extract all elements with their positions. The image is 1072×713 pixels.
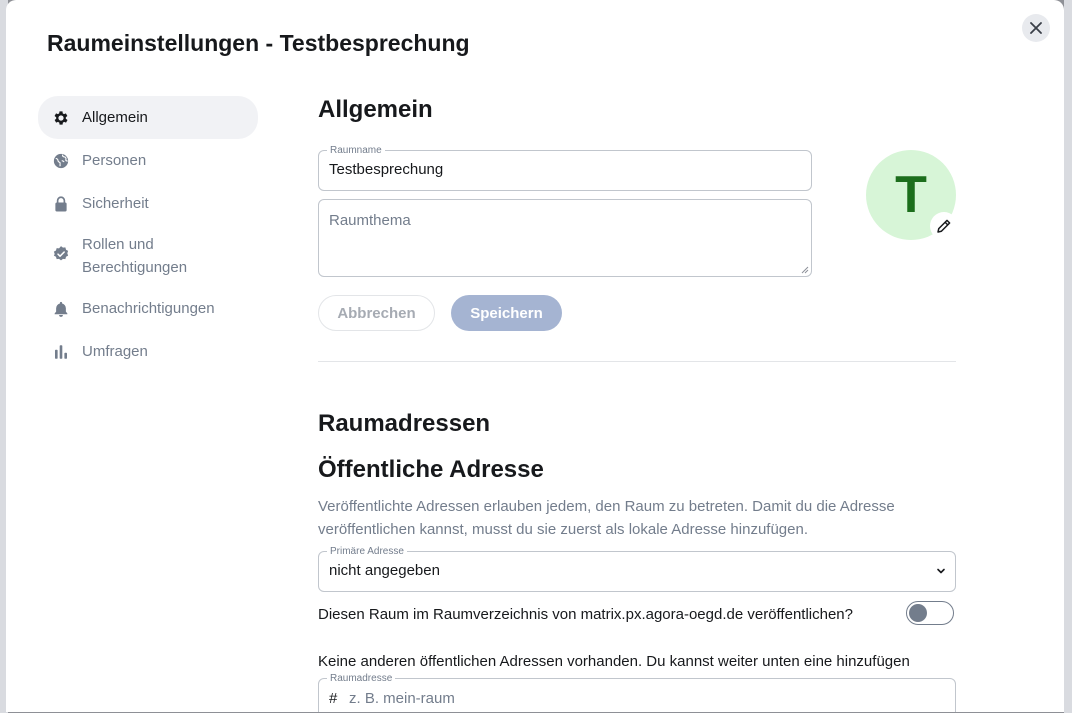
pencil-icon xyxy=(937,219,951,233)
primary-address-select[interactable]: Primäre Adresse nicht angegeben xyxy=(318,546,956,592)
sidebar-item-rollen-und-berechtigungen[interactable]: Rollen und Berechtigungen xyxy=(38,225,258,287)
section-divider xyxy=(318,361,956,362)
no-public-addresses-text: Keine anderen öffentlichen Adressen vorh… xyxy=(318,653,910,670)
primary-address-label: Primäre Adresse xyxy=(327,546,407,557)
public-address-heading: Öffentliche Adresse xyxy=(318,456,544,483)
avatar-edit-button[interactable] xyxy=(930,212,958,240)
general-heading: Allgemein xyxy=(318,96,433,123)
lock-icon xyxy=(55,196,67,211)
publish-directory-label: Diesen Raum im Raumverzeichnis von matri… xyxy=(318,606,853,623)
public-address-description: Veröffentlichte Adressen erlauben jedem,… xyxy=(318,498,895,538)
room-address-placeholder: z. B. mein-raum xyxy=(349,690,455,707)
sidebar-item-benachrichtigungen[interactable]: Benachrichtigungen xyxy=(38,287,258,330)
sidebar-item-label: Personen xyxy=(82,152,147,169)
room-address-field[interactable]: Raumadresse # z. B. mein-raum xyxy=(318,673,956,712)
close-icon xyxy=(1030,22,1042,34)
sidebar-item-sicherheit[interactable]: Sicherheit xyxy=(38,182,258,225)
badge-check-icon xyxy=(53,246,69,261)
globe-icon xyxy=(53,153,69,168)
publish-directory-toggle[interactable] xyxy=(906,601,954,625)
backdrop-right xyxy=(1064,0,1072,713)
sidebar-item-label-line2: Berechtigungen xyxy=(82,259,188,276)
sidebar-item-label: Allgemein xyxy=(82,109,148,126)
dialog-title: Raumeinstellungen - Testbesprechung xyxy=(47,30,470,56)
sidebar-item-label: Sicherheit xyxy=(82,195,149,212)
room-topic-placeholder: Raumthema xyxy=(329,212,411,229)
sidebar-item-label: Umfragen xyxy=(82,343,148,360)
poll-chart-icon xyxy=(55,344,67,359)
toggle-knob xyxy=(909,604,927,622)
hash-prefix: # xyxy=(329,690,338,707)
room-address-label: Raumadresse xyxy=(327,673,396,684)
bell-icon xyxy=(54,301,68,317)
cancel-button[interactable]: Abbrechen xyxy=(318,295,435,331)
room-name-field[interactable]: Raumname Testbesprechung xyxy=(318,145,812,191)
resize-handle-icon[interactable] xyxy=(801,266,809,274)
sidebar-item-label: Benachrichtigungen xyxy=(82,300,215,317)
gear-icon xyxy=(54,110,68,125)
primary-address-value: nicht angegeben xyxy=(329,562,440,579)
room-name-label: Raumname xyxy=(327,145,385,156)
close-button[interactable] xyxy=(1022,14,1050,42)
sidebar-item-umfragen[interactable]: Umfragen xyxy=(38,330,258,373)
chevron-down-icon xyxy=(937,568,945,574)
sidebar-item-personen[interactable]: Personen xyxy=(38,139,258,182)
room-topic-field[interactable]: Raumthema xyxy=(318,199,812,277)
room-name-value: Testbesprechung xyxy=(329,161,444,178)
save-button[interactable]: Speichern xyxy=(451,295,562,331)
room-addresses-heading: Raumadressen xyxy=(318,410,491,437)
settings-sidebar: Allgemein Personen Sicherheit Rollen und… xyxy=(38,96,258,373)
room-settings-dialog: Raumeinstellungen - Testbesprechung Allg… xyxy=(6,0,1064,712)
sidebar-item-label: Rollen und Berechtigungen xyxy=(82,233,187,279)
sidebar-item-allgemein[interactable]: Allgemein xyxy=(38,96,258,139)
sidebar-item-label-line1: Rollen und xyxy=(82,236,154,253)
